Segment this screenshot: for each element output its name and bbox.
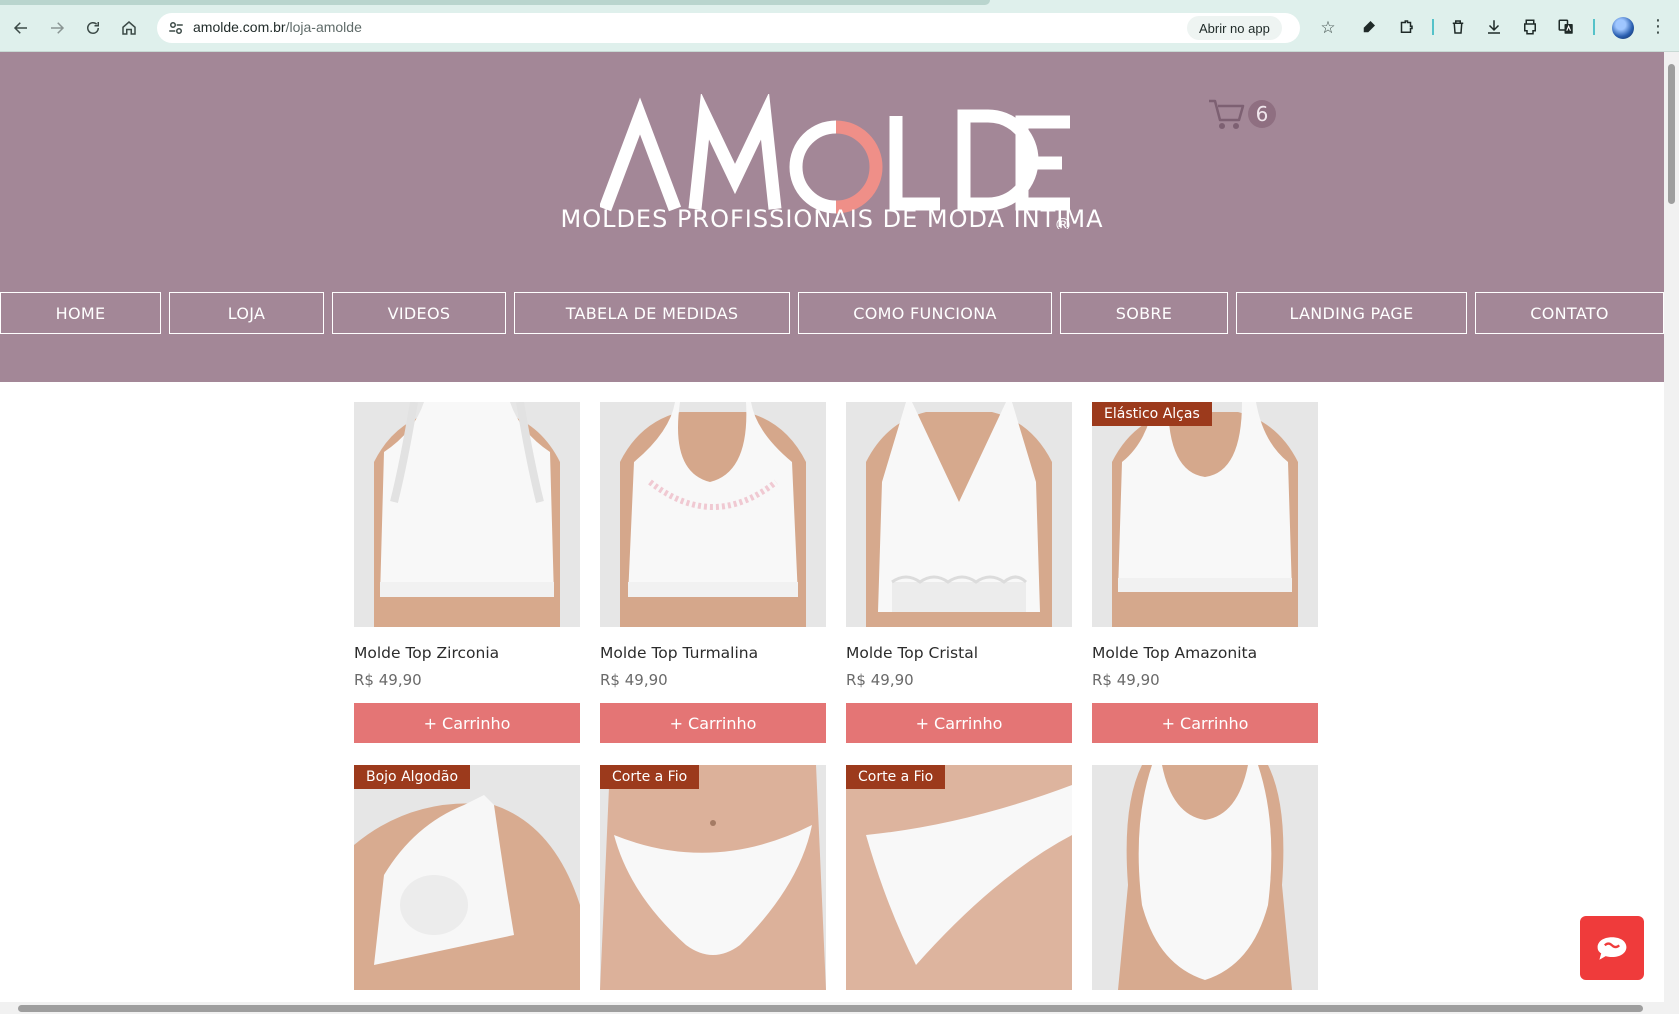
product-image[interactable] <box>1092 765 1318 990</box>
browser-toolbar: amolde.com.br/loja-amolde Abrir no app ☆… <box>0 0 1679 52</box>
open-in-app-button[interactable]: Abrir no app <box>1187 16 1282 40</box>
product-badge: Elástico Alças <box>1092 402 1212 426</box>
url-domain: amolde.com.br <box>193 19 286 35</box>
product-name[interactable]: Molde Top Zirconia <box>354 644 499 662</box>
address-bar[interactable]: amolde.com.br/loja-amolde Abrir no app ☆ <box>157 13 1336 43</box>
chat-bubble-icon <box>1597 937 1627 960</box>
add-to-cart-button[interactable]: + Carrinho <box>354 703 580 743</box>
add-to-cart-button[interactable]: + Carrinho <box>846 703 1072 743</box>
product-price: R$ 49,90 <box>846 671 914 689</box>
shopping-cart-icon <box>1209 99 1245 129</box>
product-image[interactable]: Corte a Fio <box>846 765 1072 990</box>
product-name[interactable]: Molde Top Amazonita <box>1092 644 1257 662</box>
forward-icon[interactable] <box>43 14 71 42</box>
site-header: ® MOLDES PROFISSIONAIS DE MODA ÍNTIMA 6 … <box>0 52 1664 382</box>
toolbar-separator <box>1432 19 1434 35</box>
vertical-scrollbar[interactable] <box>1664 52 1679 1002</box>
eyedropper-icon[interactable] <box>1357 15 1381 39</box>
extensions-icon[interactable] <box>1394 15 1418 39</box>
translate-icon[interactable] <box>1554 15 1578 39</box>
reload-icon[interactable] <box>79 14 107 42</box>
delete-icon[interactable] <box>1446 15 1470 39</box>
url-path: /loja-amolde <box>285 19 362 35</box>
scrollbar-thumb[interactable] <box>1668 64 1675 204</box>
product-name[interactable]: Molde Top Cristal <box>846 644 978 662</box>
product-badge: Corte a Fio <box>846 765 946 789</box>
horizontal-scrollbar[interactable] <box>0 1002 1679 1014</box>
add-to-cart-button[interactable]: + Carrinho <box>1092 703 1318 743</box>
menu-home[interactable]: HOME <box>0 292 161 334</box>
menu-contato[interactable]: CONTATO <box>1475 292 1664 334</box>
product-image[interactable] <box>846 402 1072 627</box>
bookmark-star-icon[interactable]: ☆ <box>1317 17 1339 39</box>
cart-button[interactable]: 6 <box>1208 97 1298 133</box>
toolbar-separator <box>1593 19 1595 35</box>
profile-avatar[interactable] <box>1612 17 1634 39</box>
product-price: R$ 49,90 <box>1092 671 1160 689</box>
site-tagline: MOLDES PROFISSIONAIS DE MODA ÍNTIMA <box>560 205 1104 233</box>
product-image[interactable]: Corte a Fio <box>600 765 826 990</box>
chat-button[interactable] <box>1580 916 1644 980</box>
product-image[interactable]: Bojo Algodão <box>354 765 580 990</box>
product-image[interactable] <box>354 402 580 627</box>
main-menu: HOME LOJA VIDEOS TABELA DE MEDIDAS COMO … <box>0 292 1664 334</box>
product-badge: Corte a Fio <box>600 765 700 789</box>
menu-landing-page[interactable]: LANDING PAGE <box>1236 292 1467 334</box>
print-icon[interactable] <box>1518 15 1542 39</box>
menu-videos[interactable]: VIDEOS <box>332 292 506 334</box>
add-to-cart-button[interactable]: + Carrinho <box>600 703 826 743</box>
home-icon[interactable] <box>115 14 143 42</box>
cart-count-badge: 6 <box>1248 100 1276 128</box>
product-image[interactable] <box>600 402 826 627</box>
product-badge: Bojo Algodão <box>354 765 471 789</box>
scrollbar-thumb[interactable] <box>18 1005 1643 1012</box>
product-image[interactable]: Elástico Alças <box>1092 402 1318 627</box>
product-price: R$ 49,90 <box>354 671 422 689</box>
menu-loja[interactable]: LOJA <box>169 292 324 334</box>
menu-como-funciona[interactable]: COMO FUNCIONA <box>798 292 1052 334</box>
url-text[interactable]: amolde.com.br/loja-amolde <box>193 19 362 35</box>
menu-sobre[interactable]: SOBRE <box>1060 292 1228 334</box>
tab-strip-edge <box>0 0 990 5</box>
download-icon[interactable] <box>1482 15 1506 39</box>
site-info-icon[interactable] <box>167 19 185 37</box>
product-name[interactable]: Molde Top Turmalina <box>600 644 758 662</box>
browser-menu-icon[interactable]: ⋮ <box>1648 15 1668 39</box>
product-price: R$ 49,90 <box>600 671 668 689</box>
back-icon[interactable] <box>7 14 35 42</box>
menu-tabela-de-medidas[interactable]: TABELA DE MEDIDAS <box>514 292 790 334</box>
